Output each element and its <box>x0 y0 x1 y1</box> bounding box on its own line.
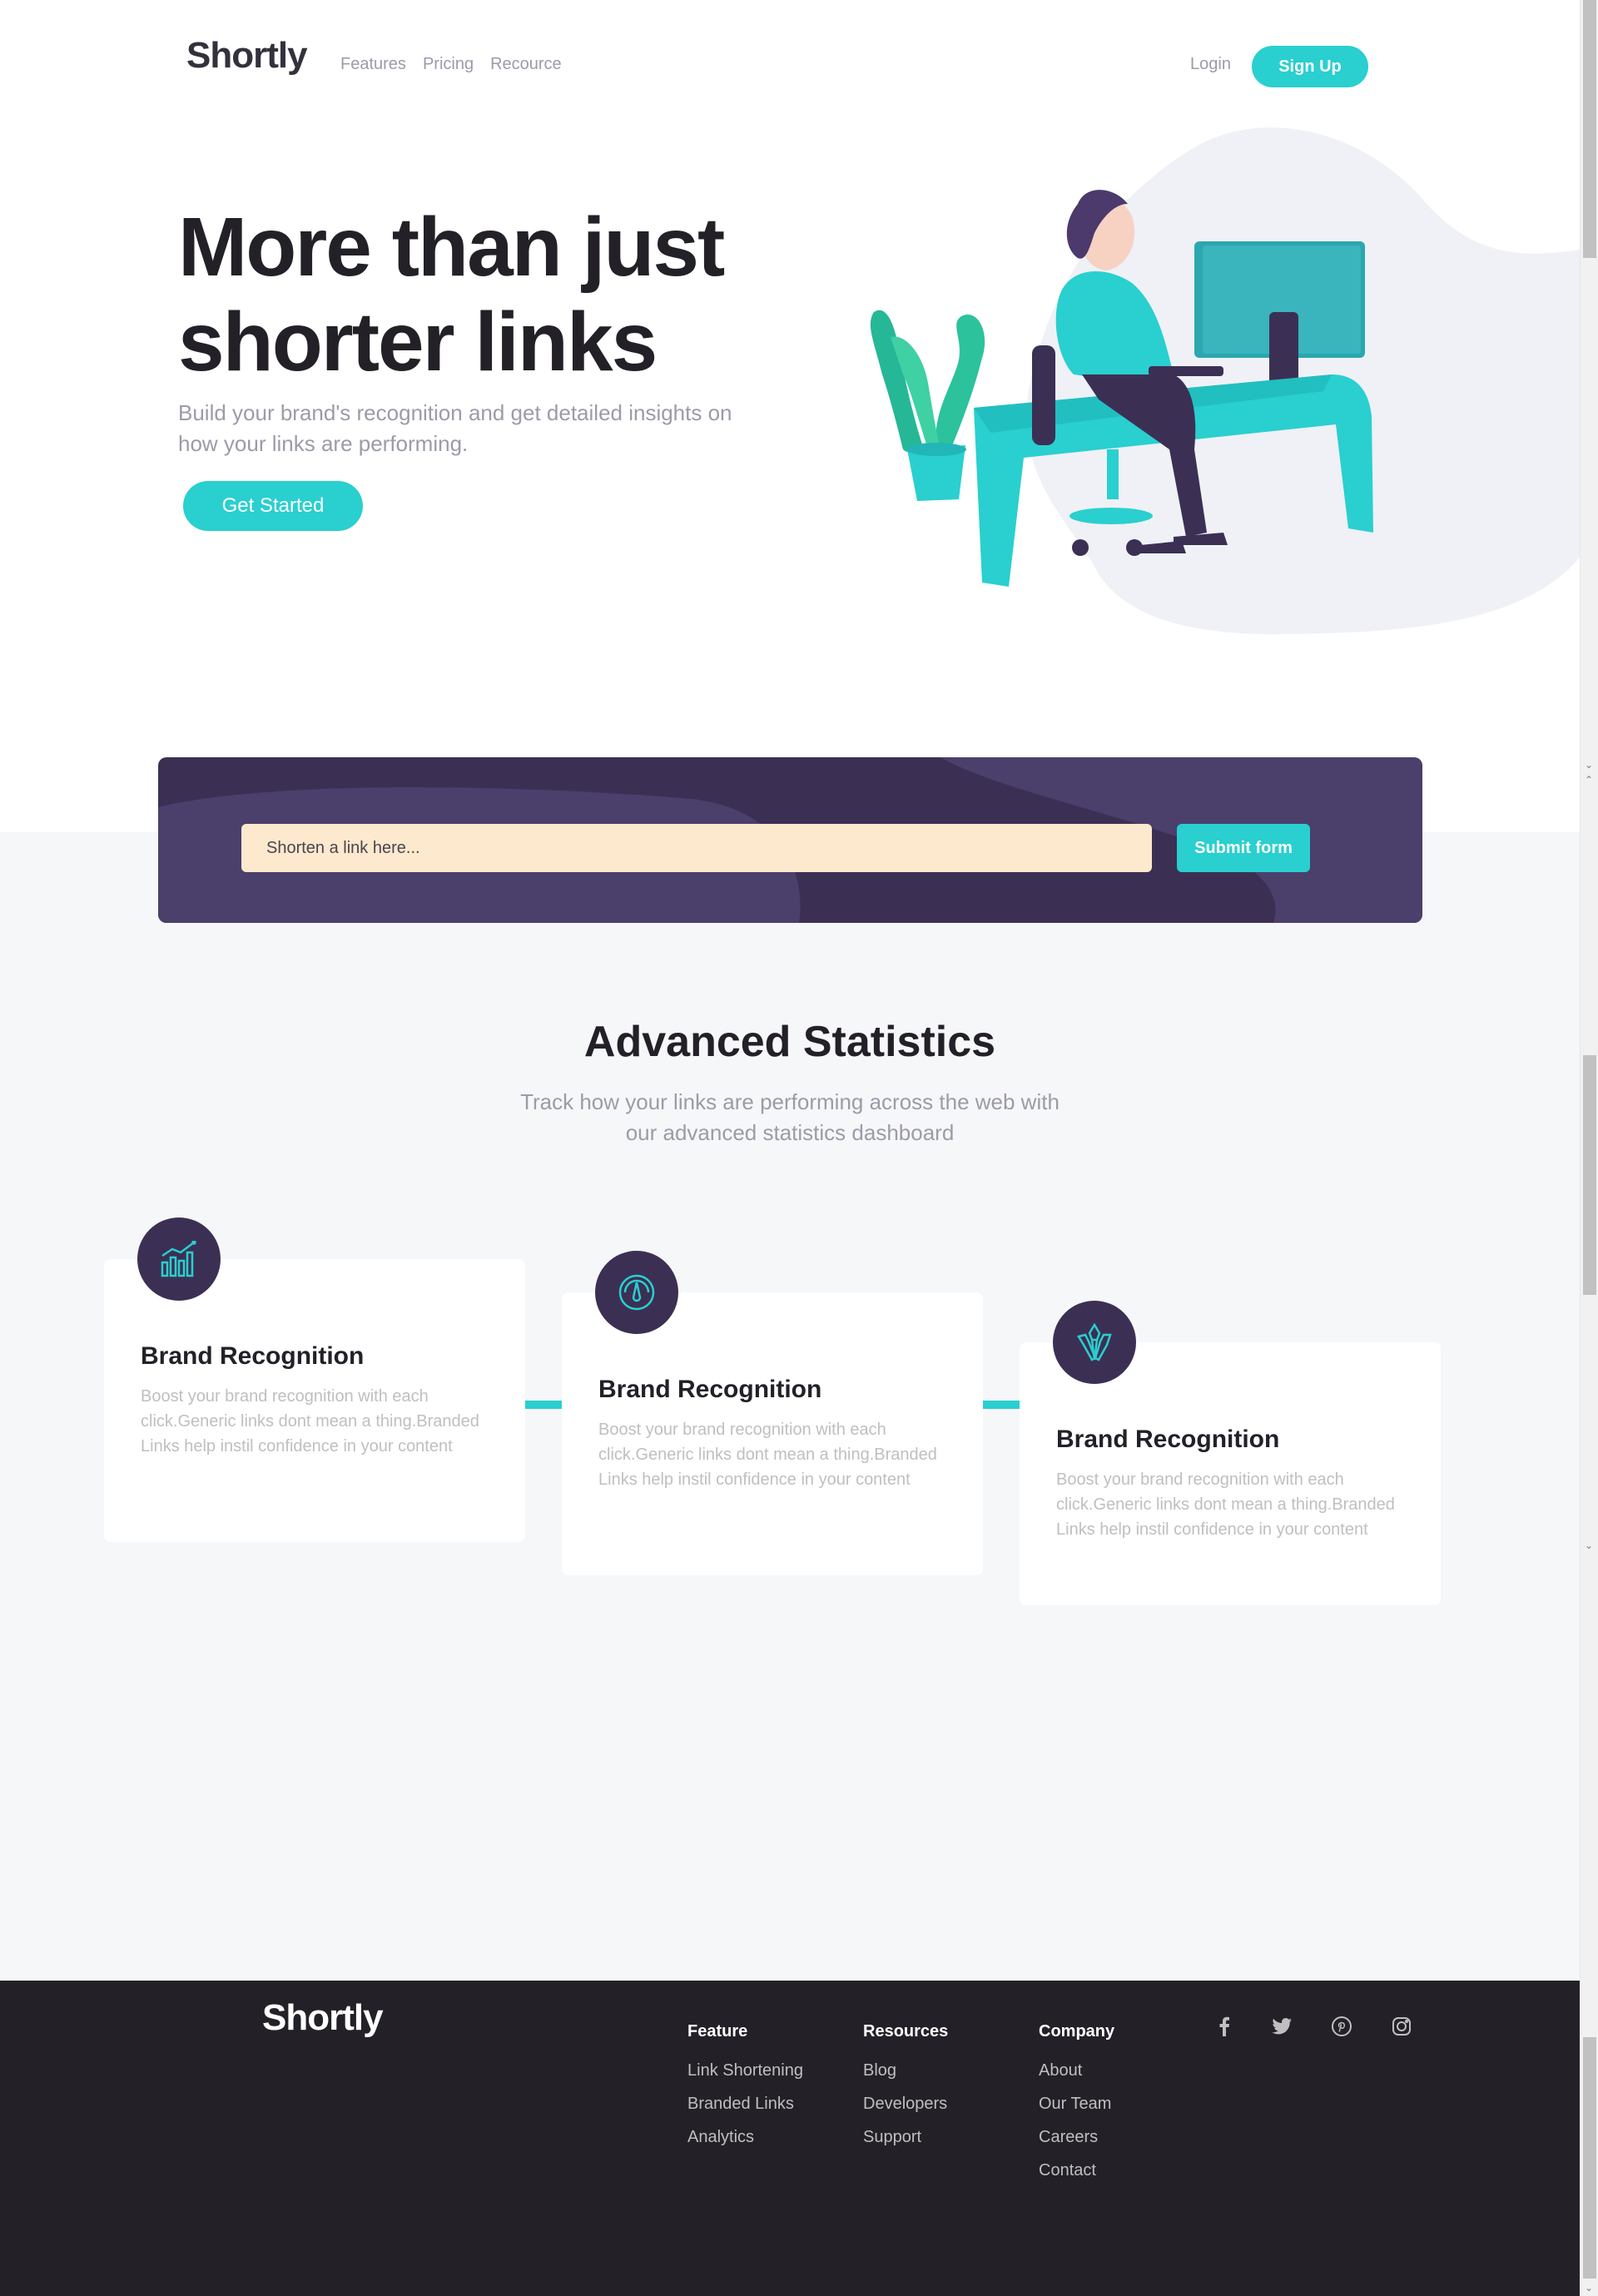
hero-subtitle: Build your brand's recognition and get d… <box>178 400 732 456</box>
card-connector <box>982 1401 1020 1409</box>
footer-logo[interactable]: Shortly <box>262 1997 384 2039</box>
brushes-icon <box>1053 1301 1136 1384</box>
footer-link[interactable]: Careers <box>1039 2125 1114 2150</box>
statistics-subtitle: Track how your links are performing acro… <box>520 1089 1060 1145</box>
footer-link[interactable]: About <box>1039 2058 1114 2083</box>
footer-link[interactable]: Developers <box>863 2091 948 2116</box>
instagram-icon[interactable] <box>1389 2014 1414 2039</box>
scroll-down-arrow-icon[interactable]: ⌄ <box>1585 2282 1593 2294</box>
scroll-down-arrow-icon[interactable]: ⌄ <box>1585 1540 1593 1551</box>
feature-card: Brand Recognition Boost your brand recog… <box>562 1251 983 1575</box>
footer-column-resources: Resources Blog Developers Support <box>863 2022 948 2158</box>
scrollbar-thumb[interactable] <box>1583 2037 1596 2279</box>
card-text: Boost your brand recognition with each c… <box>141 1387 479 1455</box>
footer: Shortly Feature Link Shortening Branded … <box>0 1981 1580 2296</box>
submit-button[interactable]: Submit form <box>1177 824 1310 872</box>
footer-column-title: Feature <box>687 2022 748 2041</box>
scrollbar[interactable]: ⌄ ⌃ ⌄ ⌄ <box>1580 0 1598 2296</box>
statistics-title: Advanced Statistics <box>583 1018 996 1066</box>
nav-resources[interactable]: Recource <box>490 55 562 74</box>
shorten-input[interactable] <box>241 824 1152 872</box>
hero-title: More than just shorter links <box>178 201 725 389</box>
get-started-button[interactable]: Get Started <box>183 481 363 531</box>
footer-link[interactable]: Blog <box>863 2058 948 2083</box>
hero-illustration <box>870 127 1580 635</box>
main-nav: Features Pricing Recource <box>340 55 562 74</box>
footer-link[interactable]: Analytics <box>687 2125 821 2150</box>
footer-link[interactable]: Link Shortening <box>671 2058 821 2083</box>
signup-button[interactable]: Sign Up <box>1252 46 1368 87</box>
scroll-up-arrow-icon[interactable]: ⌃ <box>1585 774 1593 786</box>
feature-card: Brand Recognition Boost your brand recog… <box>104 1217 525 1542</box>
scrollbar-thumb[interactable] <box>1583 1055 1596 1295</box>
chart-icon <box>137 1217 221 1301</box>
page: Shortly Features Pricing Recource Login … <box>0 0 1580 2296</box>
logo[interactable]: Shortly <box>186 35 308 77</box>
gauge-icon <box>595 1251 678 1334</box>
card-title: Brand Recognition <box>1056 1426 1280 1453</box>
footer-link[interactable]: Branded Links <box>687 2091 821 2116</box>
nav-features[interactable]: Features <box>340 55 406 74</box>
card-title: Brand Recognition <box>598 1376 822 1403</box>
feature-card: Brand Recognition Boost your brand recog… <box>1020 1301 1441 1605</box>
footer-link[interactable]: Support <box>863 2125 948 2150</box>
scrollbar-thumb[interactable] <box>1583 0 1596 258</box>
twitter-icon[interactable] <box>1269 2014 1294 2039</box>
card-title: Brand Recognition <box>141 1342 365 1370</box>
footer-column-feature: Feature Link Shortening Branded Links An… <box>671 2022 821 2158</box>
footer-column-title: Resources <box>863 2022 949 2041</box>
facebook-icon[interactable] <box>1212 2014 1237 2039</box>
card-connector <box>524 1401 562 1409</box>
card-text: Boost your brand recognition with each c… <box>598 1421 937 1489</box>
footer-link[interactable]: Contact <box>1039 2158 1114 2183</box>
footer-link[interactable]: Our Team <box>1039 2091 1114 2116</box>
shorten-form: Submit form <box>158 757 1422 923</box>
card-text: Boost your brand recognition with each c… <box>1056 1470 1395 1539</box>
pinterest-icon[interactable] <box>1329 2014 1354 2039</box>
scroll-down-arrow-icon[interactable]: ⌄ <box>1585 759 1593 771</box>
footer-column-company: Company About Our Team Careers Contact <box>1039 2022 1114 2191</box>
nav-pricing[interactable]: Pricing <box>423 55 474 74</box>
login-link[interactable]: Login <box>1190 55 1231 74</box>
footer-column-title: Company <box>1039 2022 1115 2041</box>
